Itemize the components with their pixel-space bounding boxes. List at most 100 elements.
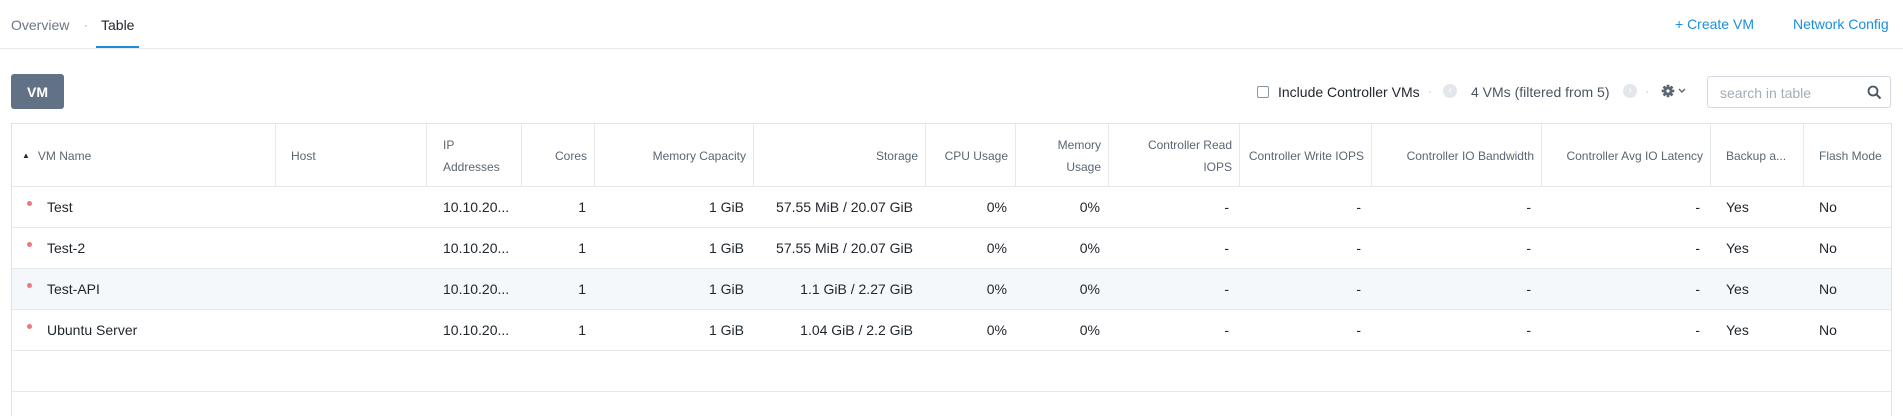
column-header-backup[interactable]: Backup a... [1711, 124, 1804, 187]
table-row[interactable]: Ubuntu Server 10.10.20... 1 1 GiB 1.04 G… [12, 310, 1891, 351]
backup-cell: Yes [1726, 199, 1749, 215]
host-cell [276, 187, 427, 227]
read-iops-cell: - [1224, 199, 1229, 215]
io-latency-cell: - [1695, 322, 1700, 338]
backup-cell: Yes [1726, 240, 1749, 256]
storage-cell: 57.55 MiB / 20.07 GiB [776, 240, 913, 256]
search-box [1707, 76, 1891, 108]
storage-cell: 57.55 MiB / 20.07 GiB [776, 199, 913, 215]
column-header-controller-avg-io-latency[interactable]: Controller Avg IO Latency [1542, 124, 1711, 187]
create-vm-link[interactable]: + Create VM [1675, 16, 1754, 32]
memory-usage-cell: 0% [1079, 199, 1100, 215]
include-controller-label: Include Controller VMs [1278, 84, 1420, 100]
column-header-controller-write-iops[interactable]: Controller Write IOPS [1240, 124, 1372, 187]
ip-cell: 10.10.20... [443, 281, 510, 297]
io-bandwidth-cell: - [1526, 240, 1531, 256]
memory-usage-cell: 0% [1079, 322, 1100, 338]
tab-table[interactable]: Table [101, 17, 134, 33]
ip-cell: 10.10.20... [443, 240, 510, 256]
column-header-flash-mode[interactable]: Flash Mode [1804, 124, 1891, 187]
column-header-vm-name[interactable]: ▲ VM Name [12, 124, 276, 187]
status-dot [27, 201, 32, 206]
flash-mode-cell: No [1819, 322, 1837, 338]
table-header: ▲ VM Name Host IP Addresses Cores Memory … [12, 124, 1891, 187]
vm-name-cell[interactable]: Test-API [40, 269, 276, 309]
io-latency-cell: - [1695, 240, 1700, 256]
cores-cell: 1 [578, 281, 586, 297]
column-header-host[interactable]: Host [276, 124, 427, 187]
host-cell [276, 310, 427, 350]
column-header-controller-read-iops[interactable]: Controller Read IOPS [1109, 124, 1240, 187]
status-dot [27, 283, 32, 288]
column-header-cpu-usage[interactable]: CPU Usage [926, 124, 1016, 187]
read-iops-cell: - [1224, 240, 1229, 256]
write-iops-cell: - [1356, 199, 1361, 215]
vm-table: ▲ VM Name Host IP Addresses Cores Memory … [11, 123, 1892, 416]
active-tab-indicator [96, 46, 139, 48]
column-header-memory-capacity[interactable]: Memory Capacity [595, 124, 754, 187]
toolbar-separator: · [1428, 84, 1432, 98]
column-header-controller-io-bandwidth[interactable]: Controller IO Bandwidth [1372, 124, 1542, 187]
cores-cell: 1 [578, 240, 586, 256]
memory-capacity-cell: 1 GiB [708, 199, 744, 215]
read-iops-cell: - [1224, 281, 1229, 297]
backup-cell: Yes [1726, 281, 1749, 297]
io-latency-cell: - [1695, 281, 1700, 297]
settings-gear-icon[interactable] [1660, 82, 1690, 100]
cpu-usage-cell: 0% [986, 199, 1007, 215]
search-icon[interactable] [1867, 85, 1882, 100]
toolbar-separator: · [1645, 84, 1649, 98]
memory-capacity-cell: 1 GiB [708, 281, 744, 297]
host-cell [276, 228, 427, 268]
write-iops-cell: - [1356, 281, 1361, 297]
io-bandwidth-cell: - [1526, 322, 1531, 338]
network-config-link[interactable]: Network Config [1793, 16, 1889, 32]
search-input[interactable] [1720, 84, 1860, 102]
top-bar: Overview · Table + Create VM Network Con… [0, 0, 1903, 49]
column-header-storage[interactable]: Storage [754, 124, 926, 187]
cpu-usage-cell: 0% [986, 240, 1007, 256]
vm-name-cell[interactable]: Test-2 [40, 228, 276, 268]
status-dot [27, 324, 32, 329]
flash-mode-cell: No [1819, 281, 1837, 297]
memory-capacity-cell: 1 GiB [708, 240, 744, 256]
flash-mode-cell: No [1819, 199, 1837, 215]
vm-name-cell[interactable]: Test [40, 187, 276, 227]
table-row[interactable]: Test 10.10.20... 1 1 GiB 57.55 MiB / 20.… [12, 187, 1891, 228]
storage-cell: 1.04 GiB / 2.2 GiB [800, 322, 913, 338]
ip-cell: 10.10.20... [443, 199, 510, 215]
storage-cell: 1.1 GiB / 2.27 GiB [800, 281, 913, 297]
io-bandwidth-cell: - [1526, 199, 1531, 215]
write-iops-cell: - [1356, 322, 1361, 338]
memory-usage-cell: 0% [1079, 240, 1100, 256]
cores-cell: 1 [578, 199, 586, 215]
tab-separator: · [84, 18, 88, 32]
tab-overview[interactable]: Overview [11, 17, 69, 33]
write-iops-cell: - [1356, 240, 1361, 256]
backup-cell: Yes [1726, 322, 1749, 338]
table-row[interactable]: Test-2 10.10.20... 1 1 GiB 57.55 MiB / 2… [12, 228, 1891, 269]
vm-count: 4 VMs (filtered from 5) [1471, 84, 1610, 100]
cores-cell: 1 [578, 322, 586, 338]
column-header-ip-addresses[interactable]: IP Addresses [427, 124, 522, 187]
cpu-usage-cell: 0% [986, 281, 1007, 297]
host-cell [276, 269, 427, 309]
io-bandwidth-cell: - [1526, 281, 1531, 297]
next-page-icon[interactable]: › [1623, 84, 1637, 98]
cpu-usage-cell: 0% [986, 322, 1007, 338]
ip-cell: 10.10.20... [443, 322, 510, 338]
include-controller-checkbox[interactable] [1257, 86, 1269, 98]
vm-name-cell[interactable]: Ubuntu Server [40, 310, 276, 350]
empty-table-row [12, 351, 1891, 392]
sort-ascending-icon: ▲ [22, 150, 30, 160]
io-latency-cell: - [1695, 199, 1700, 215]
memory-capacity-cell: 1 GiB [708, 322, 744, 338]
vm-button[interactable]: VM [11, 74, 64, 109]
memory-usage-cell: 0% [1079, 281, 1100, 297]
table-row[interactable]: Test-API 10.10.20... 1 1 GiB 1.1 GiB / 2… [12, 269, 1891, 310]
flash-mode-cell: No [1819, 240, 1837, 256]
read-iops-cell: - [1224, 322, 1229, 338]
column-header-memory-usage[interactable]: Memory Usage [1016, 124, 1109, 187]
column-header-cores[interactable]: Cores [522, 124, 595, 187]
previous-page-icon[interactable]: ‹ [1443, 84, 1457, 98]
